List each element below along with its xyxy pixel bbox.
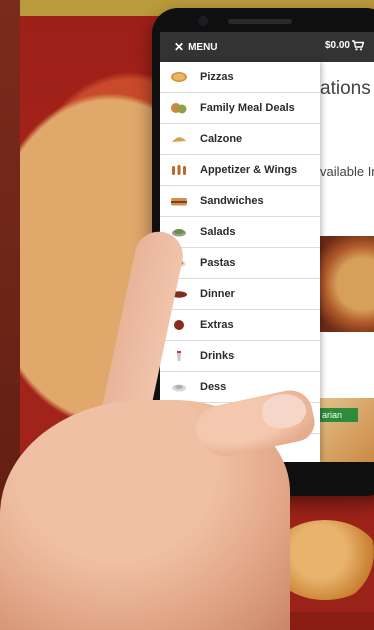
menu-item-calzone[interactable]: Calzone	[160, 124, 320, 155]
drinks-icon	[170, 350, 188, 362]
menu-item-pizzas[interactable]: Pizzas	[160, 62, 320, 93]
menu-item-label: Drinks	[200, 350, 235, 362]
menu-item-salads[interactable]: Salads	[160, 217, 320, 248]
menu-item-sandwiches[interactable]: Sandwiches	[160, 186, 320, 217]
menu-item-label: Calzone	[200, 133, 243, 145]
menu-item-label: Dess	[200, 381, 227, 393]
wings-icon	[170, 164, 188, 176]
pizza-image[interactable]	[320, 236, 374, 332]
menu-item-dinner[interactable]: Dinner	[160, 279, 320, 310]
page-subtitle: vailable In	[320, 164, 374, 179]
menu-item-label: Family Meal Deals	[200, 102, 295, 114]
family-meal-icon	[170, 102, 188, 114]
vegetarian-tag: arian	[320, 408, 358, 422]
app-top-bar: ✕ MENU $0.00	[160, 32, 374, 62]
cart-button[interactable]: $0.00	[325, 40, 364, 51]
menu-item-extras[interactable]: Extras	[160, 310, 320, 341]
menu-item-label: Extras	[200, 319, 234, 331]
menu-label: MENU	[188, 41, 218, 53]
menu-item-drinks[interactable]: Drinks	[160, 341, 320, 372]
shopping-cart-icon	[352, 40, 364, 51]
calzone-icon	[170, 133, 188, 145]
extras-icon	[170, 319, 188, 331]
menu-item-label: Pizzas	[200, 71, 234, 83]
menu-item-label: Dinner	[200, 288, 235, 300]
close-icon: ✕	[174, 40, 185, 54]
front-camera	[198, 16, 208, 26]
menu-item-pastas[interactable]: Pastas	[160, 248, 320, 279]
close-menu-button[interactable]: ✕ MENU	[174, 40, 218, 54]
pizza-icon	[170, 71, 188, 83]
menu-item-label: Pastas	[200, 257, 236, 269]
menu-item-label: Sandwiches	[200, 195, 264, 207]
cart-total: $0.00	[324, 40, 350, 51]
menu-item-label: Salads	[200, 226, 236, 238]
menu-item-label: Appetizer & Wings	[200, 164, 298, 176]
menu-item-appetizer-wings[interactable]: Appetizer & Wings	[160, 155, 320, 186]
dessert-icon	[170, 381, 188, 393]
sandwich-icon	[170, 195, 188, 207]
menu-item-family-meal-deals[interactable]: Family Meal Deals	[160, 93, 320, 124]
phone-speaker	[228, 19, 292, 24]
page-title: ations	[320, 78, 371, 99]
